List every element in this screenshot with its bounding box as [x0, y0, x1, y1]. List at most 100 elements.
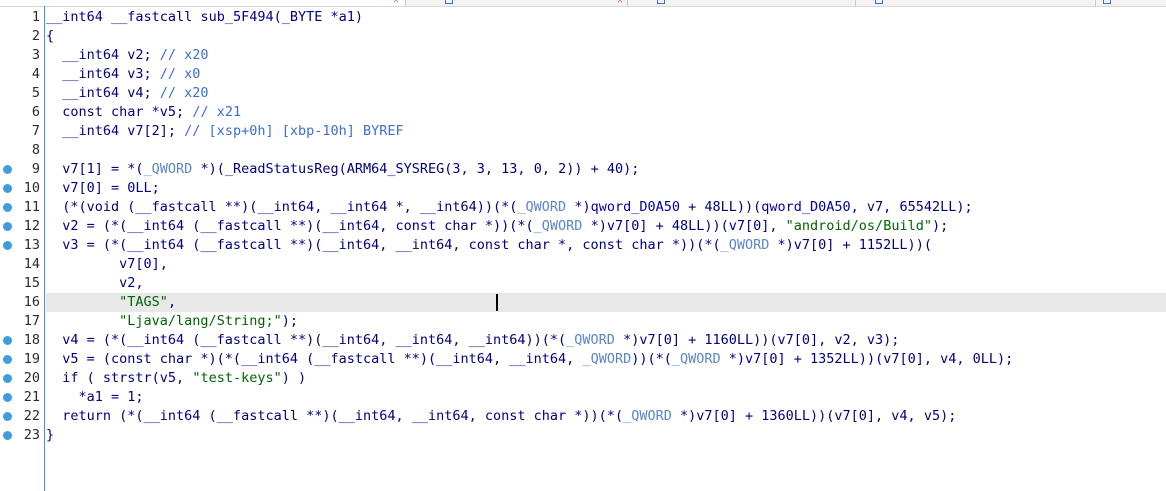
line-number: 23	[23, 427, 40, 443]
line-number: 2	[31, 28, 40, 44]
gutter-line: 4	[0, 65, 44, 84]
code-line[interactable]: *a1 = 1;	[46, 388, 1166, 407]
gutter-line: 18	[0, 331, 44, 350]
code-token: qword_D0A50	[590, 199, 680, 215]
code-token: *)v7[0] + 1160LL))(v7[0], v2, v3);	[614, 332, 900, 348]
gutter-border	[44, 6, 45, 491]
line-gutter: 1 2 3 4 5 6 7 8 9 10 11 12 13 14 15 16 17 18 19 20 21 22 23	[0, 8, 44, 445]
window-icon	[445, 0, 453, 4]
code-token: v2 = (*(__int64 (__fastcall **)(__int64,…	[46, 218, 534, 234]
code-token: );	[281, 313, 298, 329]
line-number: 3	[31, 47, 40, 63]
code-token: "TAGS"	[119, 294, 168, 310]
code-token: _QWORD	[566, 332, 615, 348]
code-token: _QWORD	[623, 408, 672, 424]
code-token: v7[1] = *(	[46, 161, 144, 177]
code-line[interactable]: {	[46, 27, 1166, 46]
gutter-line: 2	[0, 27, 44, 46]
line-number: 21	[23, 389, 40, 405]
code-token: __int64 v3;	[46, 66, 160, 82]
code-line[interactable]: v2,	[46, 274, 1166, 293]
code-line[interactable]: v3 = (*(__int64 (__fastcall **)(__int64,…	[46, 236, 1166, 255]
code-line[interactable]	[46, 141, 1166, 160]
code-token: // x0	[159, 66, 201, 82]
code-token: "test-keys"	[192, 370, 282, 386]
code-token: // [xsp+0h] [xbp-10h] BYREF	[184, 123, 404, 139]
code-line[interactable]: (*(void (__fastcall **)(__int64, __int64…	[46, 198, 1166, 217]
gutter-line: 15	[0, 274, 44, 293]
code-line[interactable]: v2 = (*(__int64 (__fastcall **)(__int64,…	[46, 217, 1166, 236]
code-line[interactable]: "TAGS",	[46, 293, 1166, 312]
code-token: }	[46, 427, 55, 443]
gutter-line: 22	[0, 407, 44, 426]
gutter-line: 6	[0, 103, 44, 122]
line-number: 9	[31, 161, 40, 177]
tab-5[interactable]	[1095, 0, 1166, 6]
close-icon[interactable]: ✕	[617, 0, 623, 6]
code-token: v7[0],	[46, 256, 168, 272]
code-line[interactable]: v4 = (*(__int64 (__fastcall **)(__int64,…	[46, 331, 1166, 350]
tab-2[interactable]: ✕	[405, 0, 628, 6]
code-line[interactable]: v7[1] = *(_QWORD *)(_ReadStatusReg(ARM64…	[46, 160, 1166, 179]
gutter-line: 10	[0, 179, 44, 198]
code-token: _QWORD	[720, 237, 770, 253]
gutter-line: 11	[0, 198, 44, 217]
code-token: *)v7[0] + 1360LL))(v7[0], v4, v5);	[671, 408, 957, 424]
code-line[interactable]: return (*(__int64 (__fastcall **)(__int6…	[46, 407, 1166, 426]
line-number: 1	[31, 9, 40, 25]
code-line[interactable]: }	[46, 426, 1166, 445]
text-cursor	[496, 294, 498, 311]
code-token: ))(*(	[631, 351, 672, 367]
code-token: + 48LL))(	[679, 199, 762, 215]
code-token: (*(void (__fastcall **)(__int64, __int64…	[46, 199, 518, 215]
gutter-line: 7	[0, 122, 44, 141]
code-line[interactable]: v7[0],	[46, 255, 1166, 274]
gutter-line: 17	[0, 312, 44, 331]
code-line[interactable]: "Ljava/lang/String;");	[46, 312, 1166, 331]
code-line[interactable]: __int64 v2; // x20	[46, 46, 1166, 65]
code-token: *)v7[0] + 1352LL))(v7[0], v4, 0LL);	[720, 351, 1014, 367]
line-number: 12	[23, 218, 40, 234]
code-line[interactable]: __int64 v4; // x20	[46, 84, 1166, 103]
code-token: "android/os/Build"	[785, 218, 932, 234]
code-token: *)v7[0] + 48LL))(v7[0],	[582, 218, 786, 234]
code-token: _QWORD	[533, 218, 583, 234]
window-icon	[1103, 0, 1111, 4]
code-line[interactable]: const char *v5; // x21	[46, 103, 1166, 122]
code-token: );	[931, 218, 949, 234]
line-number: 20	[23, 370, 40, 386]
gutter-line: 21	[0, 388, 44, 407]
tab-pseudocode[interactable]: ✕	[0, 0, 406, 6]
tab-3[interactable]	[627, 0, 856, 6]
line-number: 15	[23, 275, 40, 291]
code-token: v5 = (const char *)(*(__int64 (__fastcal…	[46, 351, 583, 367]
gutter-line: 9	[0, 160, 44, 179]
code-line[interactable]: __int64 v7[2]; // [xsp+0h] [xbp-10h] BYR…	[46, 122, 1166, 141]
pseudocode-editor[interactable]: __int64 __fastcall sub_5F494(_BYTE *a1){…	[46, 8, 1166, 445]
code-token: __int64 v4;	[46, 85, 160, 101]
gutter-line: 5	[0, 84, 44, 103]
code-token: _QWORD	[517, 199, 567, 215]
code-token: qword_D0A50	[761, 199, 851, 215]
line-number: 19	[23, 351, 40, 367]
gutter-line: 14	[0, 255, 44, 274]
line-number: 10	[23, 180, 40, 196]
code-token: const char *v5;	[46, 104, 193, 120]
close-icon[interactable]: ✕	[393, 0, 399, 6]
tab-strip: ✕ ✕	[0, 0, 1166, 7]
code-token: ) )	[281, 370, 307, 386]
window-icon	[875, 0, 883, 4]
code-line[interactable]: __int64 v3; // x0	[46, 65, 1166, 84]
gutter-line: 3	[0, 46, 44, 65]
line-number: 13	[23, 237, 40, 253]
line-number: 4	[31, 66, 40, 82]
line-number: 11	[23, 199, 40, 215]
code-line[interactable]: v5 = (const char *)(*(__int64 (__fastcal…	[46, 350, 1166, 369]
code-line[interactable]: __int64 __fastcall sub_5F494(_BYTE *a1)	[46, 8, 1166, 27]
code-line[interactable]: if ( strstr(v5, "test-keys") )	[46, 369, 1166, 388]
tab-4[interactable]	[855, 0, 1096, 6]
code-line[interactable]: v7[0] = 0LL;	[46, 179, 1166, 198]
code-token: _QWORD	[671, 351, 721, 367]
code-token: *)v7[0] + 1152LL))(	[769, 237, 932, 253]
